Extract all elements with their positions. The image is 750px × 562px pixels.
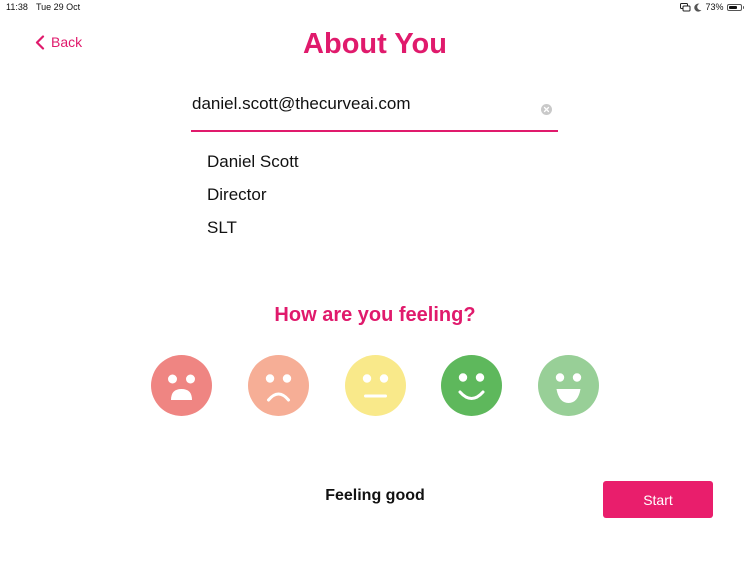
email-field-container [191, 92, 558, 132]
profile-name: Daniel Scott [207, 152, 299, 171]
about-you-screen: 11:38 Tue 29 Oct 73% Back About You Dani… [0, 0, 750, 562]
start-button[interactable]: Start [603, 481, 713, 518]
clear-icon[interactable] [541, 104, 552, 115]
battery-icon [726, 3, 744, 11]
status-time: 11:38 [6, 2, 28, 12]
unhappy-face-icon[interactable] [248, 355, 309, 416]
battery-level-fill [728, 5, 737, 9]
very-happy-face-icon[interactable] [538, 355, 599, 416]
email-field[interactable] [192, 94, 522, 114]
battery-percent: 73% [705, 2, 724, 12]
profile-role: Director [207, 185, 267, 204]
very-unhappy-face-icon[interactable] [151, 355, 212, 416]
profile-team: SLT [207, 218, 237, 237]
page-title: About You [303, 28, 447, 60]
status-date: Tue 29 Oct [36, 2, 81, 12]
happy-face-icon[interactable] [441, 355, 502, 416]
profile-details: Daniel Scott Director SLT [207, 150, 299, 249]
status-indicators: 73% [680, 1, 744, 13]
neutral-face-icon[interactable] [345, 355, 406, 416]
screen-mirroring-icon [680, 2, 691, 12]
feeling-question: How are you feeling? [274, 304, 476, 326]
do-not-disturb-moon-icon [694, 3, 702, 12]
